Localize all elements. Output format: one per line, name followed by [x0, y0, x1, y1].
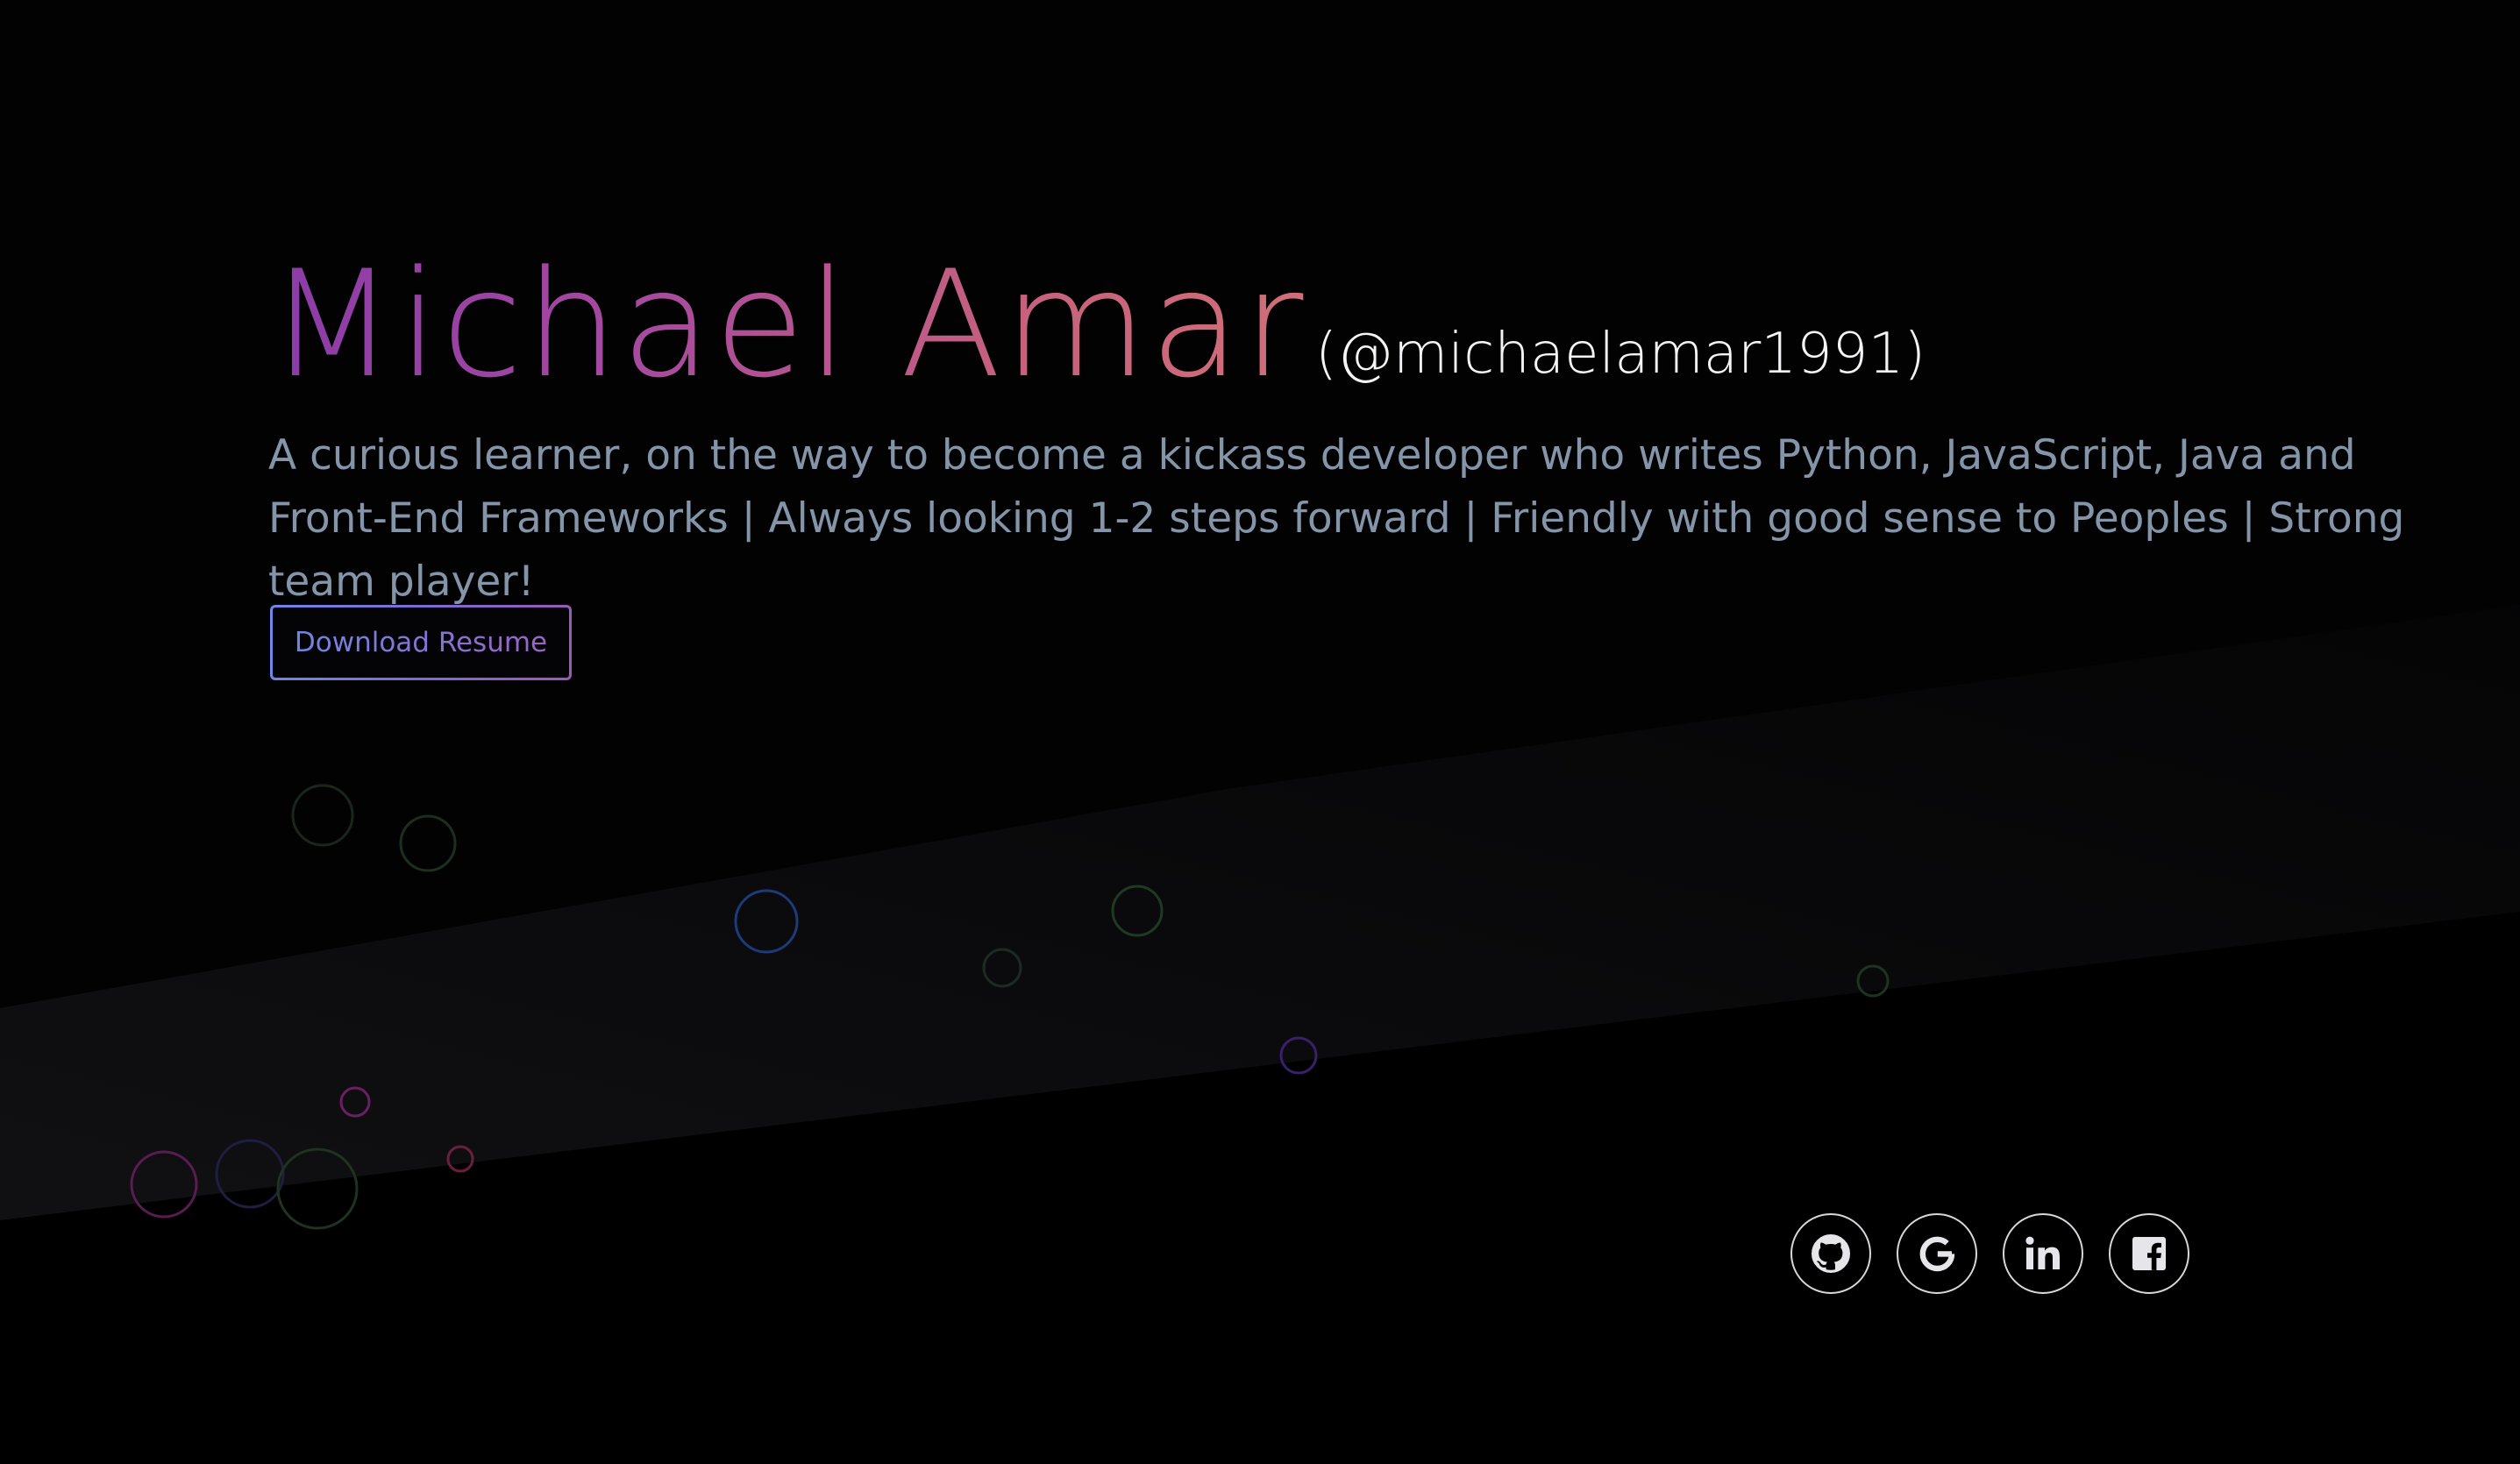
github-icon [1812, 1234, 1850, 1273]
github-link[interactable] [1790, 1213, 1871, 1294]
portfolio-page: Michael Amar (@michaelamar1991) A curiou… [0, 0, 2520, 1464]
linkedin-icon [2025, 1236, 2060, 1269]
google-icon [1919, 1236, 1955, 1272]
title-row: Michael Amar (@michaelamar1991) [268, 237, 2460, 412]
facebook-link[interactable] [2109, 1213, 2189, 1294]
linkedin-link[interactable] [2003, 1213, 2083, 1294]
profile-handle: (@michaelamar1991) [1315, 322, 1926, 387]
hero-section: Michael Amar (@michaelamar1991) A curiou… [268, 237, 2460, 678]
google-link[interactable] [1897, 1213, 1977, 1294]
download-resume-button[interactable]: Download Resume [270, 605, 572, 680]
profile-name: Michael Amar [268, 238, 1306, 410]
facebook-icon [2132, 1237, 2166, 1270]
bubble [399, 814, 457, 872]
profile-tagline: A curious learner, on the way to become … [268, 431, 2405, 606]
download-resume-label: Download Resume [294, 627, 548, 658]
bubble [291, 784, 354, 847]
social-links [1790, 1213, 2189, 1294]
